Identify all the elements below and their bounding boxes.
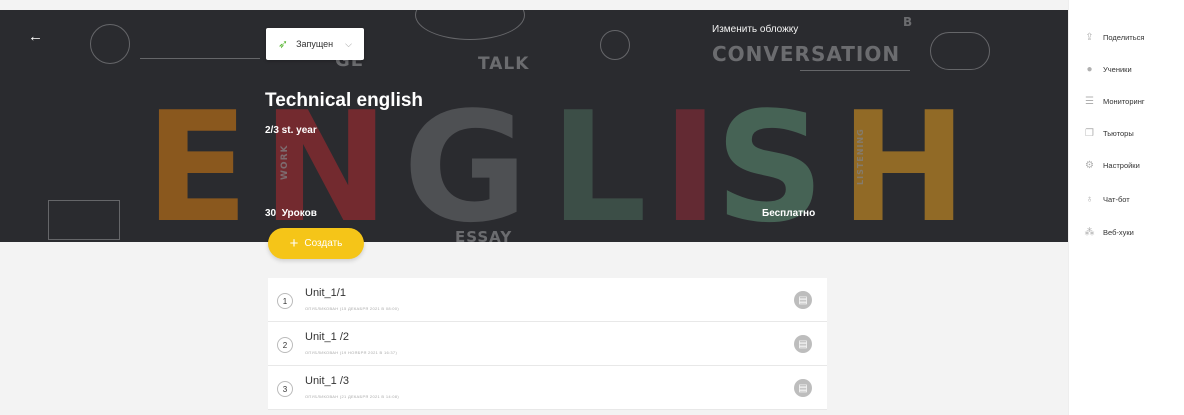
change-cover-link[interactable]: Изменить обложку xyxy=(712,24,798,35)
rocket-icon: ➶ xyxy=(278,37,289,51)
lesson-published-date: ОПУБЛИКОВАН (21 ДЕКАБРЯ 2021 В 14:08) xyxy=(305,394,399,399)
lesson-published-date: ОПУБЛИКОВАН (15 ДЕКАБРЯ 2021 В 08:00) xyxy=(305,306,399,311)
plus-icon: + xyxy=(289,235,299,252)
sidebar-item-label: Мониторинг xyxy=(1103,97,1145,106)
sidebar-item-students[interactable]: ● Ученики xyxy=(1083,64,1132,75)
create-button[interactable]: + Создать xyxy=(268,228,364,259)
lesson-row[interactable]: 1 Unit_1/1 ОПУБЛИКОВАН (15 ДЕКАБРЯ 2021 … xyxy=(268,278,827,322)
lessons-count: 30 Уроков xyxy=(265,208,317,219)
lessons-list: 1 Unit_1/1 ОПУБЛИКОВАН (15 ДЕКАБРЯ 2021 … xyxy=(268,278,827,410)
status-dropdown[interactable]: ➶ Запущен ⌵ xyxy=(266,28,364,60)
sidebar-item-webhooks[interactable]: ⁂ Веб-хуки xyxy=(1083,227,1134,238)
course-subtitle: 2/3 st. year xyxy=(265,125,317,136)
main-area: GE TALK CONVERSATION B ESSAY E N G L I S… xyxy=(0,0,1068,415)
sidebar-item-label: Чат-бот xyxy=(1103,195,1130,204)
sidebar-item-label: Поделиться xyxy=(1103,33,1145,42)
sidebar-item-label: Настройки xyxy=(1103,161,1140,170)
course-title: Technical english xyxy=(265,90,424,111)
share-icon: ⇪ xyxy=(1085,32,1094,43)
course-price: Бесплатно xyxy=(762,208,816,219)
lesson-preview-icon[interactable]: ▤ xyxy=(794,291,812,309)
lesson-number: 2 xyxy=(277,337,293,353)
lesson-name: Unit_1/1 xyxy=(305,287,346,299)
sidebar-item-share[interactable]: ⇪ Поделиться xyxy=(1083,32,1144,43)
monitoring-icon: ☰ xyxy=(1085,96,1094,107)
lesson-name: Unit_1 /2 xyxy=(305,331,350,343)
gear-icon: ⚙ xyxy=(1085,160,1094,171)
lesson-number: 1 xyxy=(277,293,293,309)
lessons-count-number: 30 xyxy=(265,208,277,219)
lesson-name: Unit_1 /3 xyxy=(305,375,350,387)
banner-overlay xyxy=(0,10,1068,242)
right-sidebar: ⇪ Поделиться ● Ученики ☰ Мониторинг ❐ Ть… xyxy=(1068,0,1184,415)
sidebar-item-settings[interactable]: ⚙ Настройки xyxy=(1083,160,1140,171)
chevron-down-icon: ⌵ xyxy=(345,38,352,49)
lesson-row[interactable]: 2 Unit_1 /2 ОПУБЛИКОВАН (19 НОЯБРЯ 2021 … xyxy=(268,322,827,366)
sidebar-item-chatbot[interactable]: ♁ Чат-бот xyxy=(1083,194,1130,205)
chatbot-icon: ♁ xyxy=(1085,194,1094,205)
sidebar-item-monitoring[interactable]: ☰ Мониторинг xyxy=(1083,96,1145,107)
tutors-icon: ❐ xyxy=(1085,128,1094,139)
webhooks-icon: ⁂ xyxy=(1084,227,1095,238)
lesson-row[interactable]: 3 Unit_1 /3 ОПУБЛИКОВАН (21 ДЕКАБРЯ 2021… xyxy=(268,366,827,410)
lessons-count-label: Уроков xyxy=(281,208,317,219)
sidebar-item-tutors[interactable]: ❐ Тьюторы xyxy=(1083,128,1134,139)
lesson-preview-icon[interactable]: ▤ xyxy=(794,379,812,397)
lesson-preview-icon[interactable]: ▤ xyxy=(794,335,812,353)
lesson-number: 3 xyxy=(277,381,293,397)
course-banner: GE TALK CONVERSATION B ESSAY E N G L I S… xyxy=(0,10,1068,242)
create-button-label: Создать xyxy=(304,238,343,249)
status-label: Запущен xyxy=(296,39,334,49)
sidebar-item-label: Веб-хуки xyxy=(1103,228,1134,237)
sidebar-item-label: Ученики xyxy=(1103,65,1132,74)
lesson-published-date: ОПУБЛИКОВАН (19 НОЯБРЯ 2021 В 16:37) xyxy=(305,350,398,355)
back-arrow-icon[interactable]: ← xyxy=(28,28,43,45)
user-icon: ● xyxy=(1086,64,1093,75)
sidebar-item-label: Тьюторы xyxy=(1103,129,1134,138)
